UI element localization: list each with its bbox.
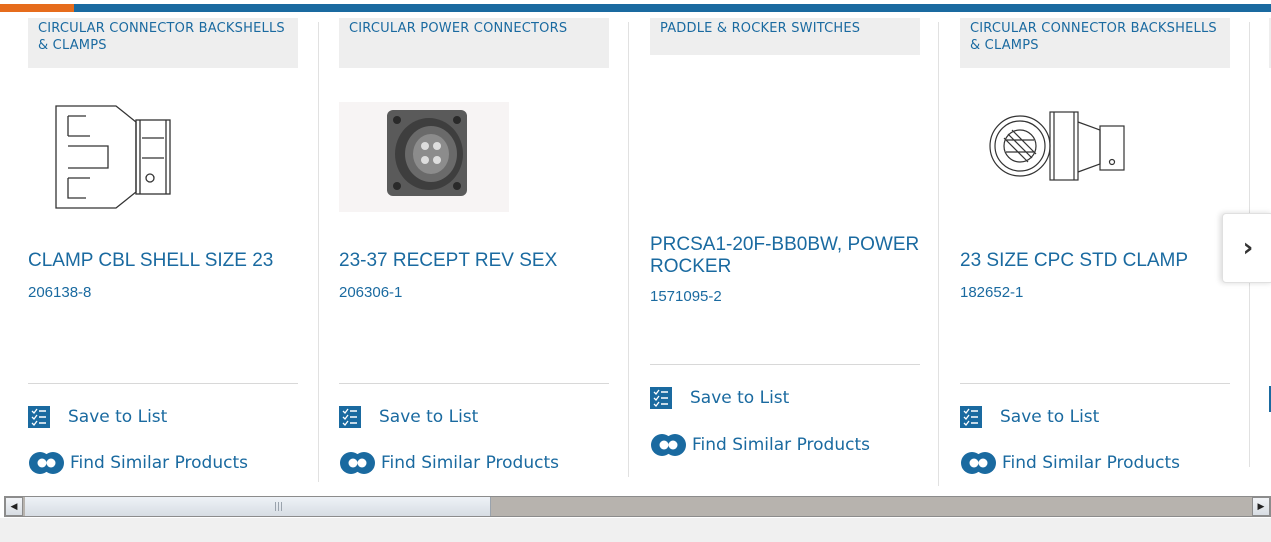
product-card: CIRCULAR POWER CONNECTORS 23-37 RECEPT R… <box>311 12 621 495</box>
part-number-link[interactable]: 206306-1 <box>339 284 402 301</box>
product-title-link[interactable]: PRCSA1-20F-BB0BW, POWER ROCKER <box>650 234 930 278</box>
find-similar-button[interactable]: Find Similar Products <box>650 432 870 458</box>
find-similar-icon <box>961 452 996 474</box>
product-carousel: CIRCULAR CONNECTOR BACKSHELLS & CLAMPS C… <box>0 12 1271 495</box>
find-similar-button[interactable]: Find Similar Products <box>339 450 559 476</box>
product-card: CIRCULAR CONNECTOR BACKSHELLS & CLAMPS 2… <box>932 12 1242 495</box>
product-image[interactable] <box>339 102 609 212</box>
find-similar-label: Find Similar Products <box>70 453 248 473</box>
horizontal-scrollbar[interactable]: ◀ ▶ <box>4 496 1271 517</box>
save-to-list-button[interactable]: Save to List <box>650 387 789 409</box>
card-divider <box>960 383 1230 384</box>
card-divider <box>28 383 298 384</box>
part-number-link[interactable]: 206138-8 <box>28 284 91 301</box>
scroll-right-arrow[interactable]: ▶ <box>1252 497 1270 516</box>
product-card: PADDLE & ROCKER SWITCHES PRCSA1-20F-BB0B… <box>622 12 932 495</box>
save-to-list-label: Save to List <box>379 407 479 427</box>
find-similar-icon <box>651 434 686 456</box>
product-category[interactable]: CIRCULAR CONNECTOR BACKSHELLS & CLAMPS <box>960 18 1230 68</box>
scrollbar-thumb[interactable] <box>25 497 491 516</box>
save-to-list-label: Save to List <box>690 388 790 408</box>
find-similar-label: Find Similar Products <box>1002 453 1180 473</box>
product-image[interactable] <box>960 102 1230 212</box>
checklist-icon <box>650 387 672 409</box>
page-footer-area <box>0 518 1271 542</box>
save-to-list-label: Save to List <box>68 407 168 427</box>
part-number-link[interactable]: 1571095-2 <box>650 288 722 305</box>
product-card: CIRCULAR CONNECTOR BACKSHELLS & CLAMPS C… <box>0 12 310 495</box>
save-to-list-button[interactable]: Save to List <box>960 406 1099 428</box>
scroll-left-arrow[interactable]: ◀ <box>5 497 23 516</box>
find-similar-icon <box>29 452 64 474</box>
save-to-list-button[interactable]: Save to List <box>339 406 478 428</box>
card-divider <box>650 364 920 365</box>
carousel-next-button[interactable]: › <box>1222 213 1271 283</box>
find-similar-label: Find Similar Products <box>381 453 559 473</box>
top-accent-bar <box>0 0 1271 12</box>
save-to-list-button[interactable]: Save to List <box>28 406 167 428</box>
product-category[interactable]: CIRCULAR CONNECTOR BACKSHELLS & CLAMPS <box>28 18 298 68</box>
card-divider <box>339 383 609 384</box>
product-carousel-page: CIRCULAR CONNECTOR BACKSHELLS & CLAMPS C… <box>0 0 1271 542</box>
find-similar-label: Find Similar Products <box>692 435 870 455</box>
product-title-link[interactable]: 23 SIZE CPC STD CLAMP <box>960 250 1240 272</box>
checklist-icon <box>28 406 50 428</box>
save-to-list-label: Save to List <box>1000 407 1100 427</box>
grip-icon <box>275 502 285 511</box>
chevron-right-icon: › <box>1242 233 1254 263</box>
checklist-icon <box>960 406 982 428</box>
find-similar-icon <box>340 452 375 474</box>
product-title-link[interactable]: 23-37 RECEPT REV SEX <box>339 250 619 272</box>
part-number-link[interactable]: 182652-1 <box>960 284 1023 301</box>
product-category[interactable]: CIRCULAR POWER CONNECTORS <box>339 18 609 68</box>
product-category[interactable]: PADDLE & ROCKER SWITCHES <box>650 18 920 55</box>
find-similar-button[interactable]: Find Similar Products <box>960 450 1180 476</box>
checklist-icon <box>339 406 361 428</box>
find-similar-button[interactable]: Find Similar Products <box>28 450 248 476</box>
product-image[interactable] <box>28 102 298 212</box>
product-title-link[interactable]: CLAMP CBL SHELL SIZE 23 <box>28 250 308 272</box>
